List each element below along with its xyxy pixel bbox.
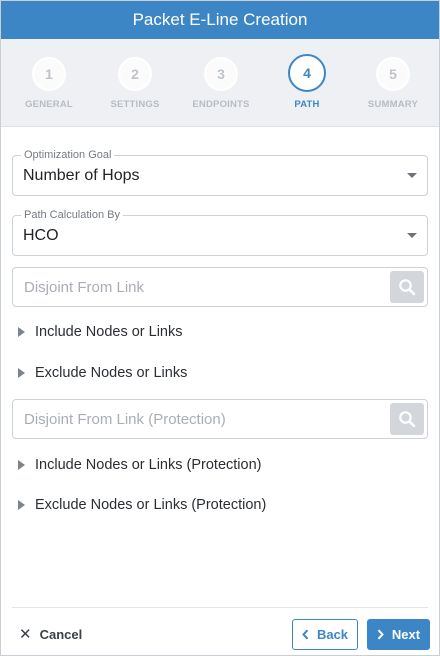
caret-right-icon	[18, 368, 25, 378]
dialog: Packet E-Line Creation 1 GENERAL 2 SETTI…	[0, 0, 440, 656]
search-button[interactable]	[390, 271, 424, 303]
step-number: 5	[376, 57, 410, 91]
caret-right-icon	[18, 327, 25, 337]
exclude-nodes-protection-label: Exclude Nodes or Links (Protection)	[35, 497, 267, 513]
search-button[interactable]	[390, 403, 424, 435]
step-endpoints[interactable]: 3 ENDPOINTS	[181, 57, 261, 110]
step-label: ENDPOINTS	[192, 99, 250, 110]
chevron-left-icon	[302, 629, 309, 640]
step-number: 1	[32, 57, 66, 91]
search-icon	[399, 279, 416, 296]
exclude-nodes-label: Exclude Nodes or Links	[35, 365, 188, 381]
caret-right-icon	[18, 500, 25, 510]
step-general[interactable]: 1 GENERAL	[9, 57, 89, 110]
chevron-down-icon	[407, 173, 417, 178]
exclude-nodes-expander[interactable]: Exclude Nodes or Links	[18, 365, 187, 381]
next-button[interactable]: Next	[367, 619, 430, 650]
next-label: Next	[391, 627, 421, 642]
disjoint-from-link-placeholder: Disjoint From Link	[24, 279, 145, 296]
path-calculation-label: Path Calculation By	[21, 209, 123, 221]
back-label: Back	[316, 627, 349, 642]
optimization-goal-value: Number of Hops	[23, 167, 140, 184]
exclude-nodes-protection-expander[interactable]: Exclude Nodes or Links (Protection)	[18, 497, 266, 513]
path-calculation-value: HCO	[23, 227, 59, 244]
close-icon: ✕	[19, 626, 32, 643]
step-label: SETTINGS	[110, 99, 160, 110]
cancel-button[interactable]: ✕ Cancel	[19, 625, 82, 643]
step-number: 2	[118, 57, 152, 91]
step-summary[interactable]: 5 SUMMARY	[353, 57, 433, 110]
chevron-right-icon	[377, 629, 384, 640]
step-number: 3	[204, 57, 238, 91]
optimization-goal-select[interactable]: Optimization Goal Number of Hops	[12, 149, 428, 196]
wizard-stepper: 1 GENERAL 2 SETTINGS 3 ENDPOINTS 4 PATH …	[1, 39, 439, 127]
dialog-title: Packet E-Line Creation	[1, 1, 439, 39]
optimization-goal-label: Optimization Goal	[21, 149, 115, 161]
step-label: PATH	[294, 99, 320, 110]
include-nodes-label: Include Nodes or Links	[35, 324, 183, 340]
caret-right-icon	[18, 460, 25, 470]
search-icon	[399, 411, 416, 428]
path-calculation-select[interactable]: Path Calculation By HCO	[12, 209, 428, 256]
disjoint-from-link-protection-placeholder: Disjoint From Link (Protection)	[24, 411, 226, 428]
disjoint-from-link-field[interactable]: Disjoint From Link	[12, 267, 428, 307]
cancel-label: Cancel	[39, 626, 83, 642]
step-label: SUMMARY	[367, 99, 419, 110]
include-nodes-protection-expander[interactable]: Include Nodes or Links (Protection)	[18, 457, 261, 473]
include-nodes-expander[interactable]: Include Nodes or Links	[18, 324, 183, 340]
disjoint-from-link-protection-field[interactable]: Disjoint From Link (Protection)	[12, 399, 428, 439]
chevron-down-icon	[407, 233, 417, 238]
step-path[interactable]: 4 PATH	[267, 54, 347, 110]
footer-divider	[12, 607, 428, 608]
include-nodes-protection-label: Include Nodes or Links (Protection)	[35, 457, 262, 473]
back-button[interactable]: Back	[292, 619, 358, 650]
step-label: GENERAL	[25, 99, 73, 110]
step-settings[interactable]: 2 SETTINGS	[95, 57, 175, 110]
step-number: 4	[288, 54, 326, 92]
